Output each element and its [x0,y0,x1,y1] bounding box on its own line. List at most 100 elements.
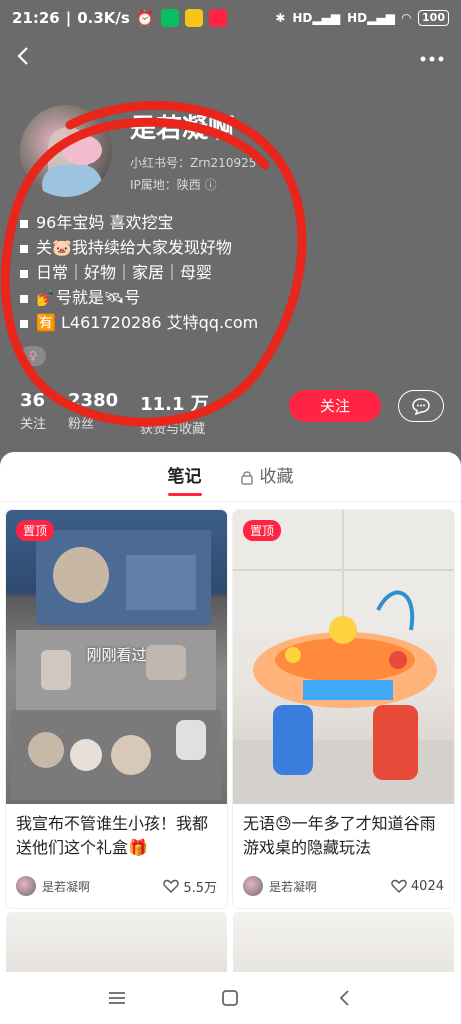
bullet-icon [20,319,28,328]
more-button[interactable] [419,44,445,69]
alarm-icon: ⏰ [135,9,155,27]
note-author[interactable]: 是若凝啊 [243,876,317,896]
status-right: ✱ HD▂▄▆ HD▂▄▆ ◠ 100 [275,10,449,26]
bio-line: 关🐷我持续给大家发现好物 [20,235,440,260]
signal-icon-2: HD▂▄▆ [347,11,395,25]
stat-followers[interactable]: 2380 粉丝 [68,390,118,437]
bullet-icon [20,294,28,303]
bio-line: 💅号就是🛰号 [20,285,440,310]
stat-likes-saves[interactable]: 11.1 万 获赞与收藏 [140,390,209,437]
stat-followers-value: 2380 [68,390,119,411]
bullet-icon [20,244,28,253]
author-avatar [243,876,263,896]
stat-likes-saves-label: 获赞与收藏 [140,422,206,437]
bio-line-text: 💅号就是🛰号 [36,288,141,307]
status-left: 21:26 | 0.3K/s ⏰ [12,9,227,27]
tab-collections[interactable]: 收藏 [240,452,294,502]
author-name: 是若凝啊 [269,879,318,894]
note-card-partial[interactable] [233,912,454,972]
bio-line: 96年宝妈 喜欢挖宝 [20,210,440,235]
profile-header: 21:26 | 0.3K/s ⏰ ✱ HD▂▄▆ HD▂▄▆ ◠ 100 是若凝… [0,0,461,470]
tab-collections-label: 收藏 [259,466,294,487]
avatar[interactable] [20,105,112,197]
stat-following-label: 关注 [20,417,47,432]
bio-line-text: 日常｜好物｜家居｜母婴 [36,263,213,282]
wifi-icon: ◠ [401,11,412,25]
recently-viewed-overlay: 刚刚看过 [86,646,147,664]
back-button[interactable] [12,44,42,74]
profile-stats: 36 关注 2380 粉丝 11.1 万 获赞与收藏 [20,390,209,437]
chat-bubble-icon [412,398,430,415]
note-cover-image[interactable]: 置顶 [233,510,454,804]
menu-icon [108,992,125,1004]
app-notification-icon [184,9,203,27]
note-author[interactable]: 是若凝啊 [16,876,90,896]
heart-icon [391,879,407,893]
lock-icon [240,470,253,485]
rednote-notification-icon [208,9,227,27]
like-button[interactable]: 5.5万 [163,877,217,896]
nav-menu-button[interactable] [102,983,132,1013]
ip-location-text: IP属地：陕西 [130,178,201,192]
like-button[interactable]: 4024 [391,879,444,894]
nav-home-button[interactable] [215,983,245,1013]
note-card-partial[interactable] [6,912,227,972]
profile-bio: 96年宝妈 喜欢挖宝 关🐷我持续给大家发现好物 日常｜好物｜家居｜母婴 💅号就是… [20,210,440,335]
note-footer: 是若凝啊 4024 [233,868,454,908]
battery-icon: 100 [418,10,449,26]
pinned-badge: 置顶 [16,520,55,541]
bullet-icon [20,219,28,228]
status-bar: 21:26 | 0.3K/s ⏰ ✱ HD▂▄▆ HD▂▄▆ ◠ 100 [0,0,461,36]
note-footer: 是若凝啊 5.5万 [6,868,227,908]
back-triangle-icon [339,990,349,1006]
bio-line-text: 关🐷我持续给大家发现好物 [36,238,232,257]
bio-line-text: 96年宝妈 喜欢挖宝 [36,213,174,232]
profile-rednote-id[interactable]: 小红书号：Zrn210925 [130,154,256,171]
profile-ip-location[interactable]: IP属地：陕西 ⓘ [130,176,217,193]
info-icon[interactable]: ⓘ [205,178,217,192]
note-title[interactable]: 我宣布不管谁生小孩！我都送他们这个礼盒🎁 [6,804,227,868]
bio-line: 日常｜好物｜家居｜母婴 [20,260,440,285]
profile-username: 是若凝啊 [130,114,235,144]
notes-grid-row-2 [6,912,455,972]
note-cover-image[interactable]: 置顶 刚刚看过 [6,510,227,804]
chevron-left-icon [17,47,28,65]
play-table-illustration [233,510,454,804]
follow-button[interactable]: 关注 [289,390,381,422]
chat-button[interactable] [398,390,444,422]
note-card[interactable]: 置顶 无语😓一年多了才知道谷雨游戏桌的隐藏玩法 是若凝啊 4024 [233,510,454,908]
stat-following-value: 36 [20,390,46,411]
bio-line-text: 🈶 L461720286 艾特qq.com [36,313,259,332]
author-name: 是若凝啊 [42,879,91,894]
status-separator: | [65,9,72,27]
heart-icon [163,879,180,893]
pinned-badge: 置顶 [243,520,282,541]
profile-tabs: 笔记 收藏 [0,452,461,502]
stat-likes-saves-value: 11.1 万 [140,394,209,415]
more-dots-icon [420,56,444,62]
bio-line: 🈶 L461720286 艾特qq.com [20,310,440,335]
status-time: 21:26 [12,9,60,27]
signal-hd-label-2: HD [347,11,368,25]
note-title[interactable]: 无语😓一年多了才知道谷雨游戏桌的隐藏玩法 [233,804,454,868]
system-nav-bar [0,972,461,1024]
home-square-icon [222,990,239,1006]
avatar-flowers [62,135,102,165]
notes-grid: 置顶 刚刚看过 我宣布不管谁生小孩！我都送他们这个礼盒🎁 是若凝啊 5.5万 置… [6,510,455,908]
tab-notes[interactable]: 笔记 [167,452,202,502]
note-card[interactable]: 置顶 刚刚看过 我宣布不管谁生小孩！我都送他们这个礼盒🎁 是若凝啊 5.5万 [6,510,227,908]
status-network-speed: 0.3K/s [77,9,130,27]
wechat-icon [160,9,179,27]
like-count: 4024 [410,878,444,894]
nav-back-button[interactable] [329,983,359,1013]
bluetooth-icon: ✱ [275,11,286,25]
signal-hd-label-1: HD [292,11,313,25]
signal-icon-1: HD▂▄▆ [292,11,341,25]
tab-notes-label: 笔记 [167,466,202,487]
like-count: 5.5万 [183,880,217,896]
content-panel: 笔记 收藏 置顶 刚刚看过 我宣布不管谁生小孩！我都送他们这个礼盒🎁 是若凝啊 … [0,452,461,972]
bullet-icon [20,269,28,278]
avatar-coat [42,165,102,197]
stat-following[interactable]: 36 关注 [20,390,46,437]
author-avatar [16,876,36,896]
